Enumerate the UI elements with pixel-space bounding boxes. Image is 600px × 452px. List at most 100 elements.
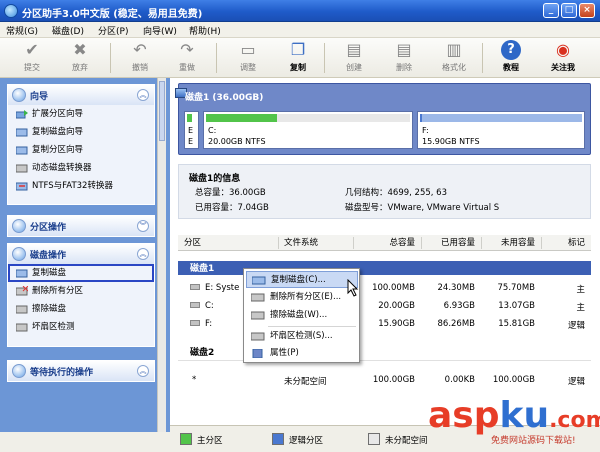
watermark-brand-b: ku bbox=[499, 395, 550, 436]
discard-label: 放弃 bbox=[72, 63, 88, 72]
partition-block-c[interactable]: C: 20.00GB NTFS bbox=[203, 111, 413, 149]
context-item-label: 擦除磁盘(W)... bbox=[270, 310, 328, 320]
menu-general[interactable]: 常规(G) bbox=[6, 24, 38, 37]
undo-button[interactable]: ↶ 撤销 bbox=[122, 40, 158, 76]
cell-total: 100.00MB bbox=[372, 283, 415, 293]
context-item-bad-sector[interactable]: 坏扇区检测(S)... bbox=[246, 328, 358, 345]
disk-group-row[interactable]: 磁盘1 bbox=[178, 261, 591, 275]
copy-disk-icon bbox=[16, 128, 28, 137]
cell-used: 24.30MB bbox=[437, 283, 476, 293]
context-item-delete-all[interactable]: 删除所有分区(E)... bbox=[246, 289, 358, 306]
partition-icon bbox=[190, 302, 200, 308]
sidebar-item-extend-wizard[interactable]: 扩展分区向导 bbox=[8, 105, 154, 123]
column-separator bbox=[278, 237, 279, 249]
extend-icon bbox=[16, 110, 28, 119]
sidebar-item-copy-partition-wizard[interactable]: 复制分区向导 bbox=[8, 141, 154, 159]
pending-ops-header[interactable]: 等待执行的操作 ︽ bbox=[8, 361, 154, 381]
legend-primary-swatch bbox=[180, 433, 192, 445]
sidebar-item-ntfs-fat32-converter[interactable]: NTFS与FAT32转换器 bbox=[8, 177, 154, 195]
format-icon: ▥ bbox=[446, 40, 462, 59]
context-item-label: 删除所有分区(E)... bbox=[270, 292, 342, 302]
group-divider bbox=[178, 360, 591, 361]
sidebar-item-copy-disk-wizard[interactable]: 复制磁盘向导 bbox=[8, 123, 154, 141]
follow-button[interactable]: ◉ 关注我 bbox=[543, 40, 583, 76]
maximize-button[interactable]: □ bbox=[561, 3, 577, 18]
partition-block-f[interactable]: F: 15.90GB NTFS bbox=[417, 111, 585, 149]
close-button[interactable]: × bbox=[579, 3, 595, 18]
partition-block-e[interactable]: E E bbox=[184, 111, 199, 149]
legend-logical-label: 逻辑分区 bbox=[289, 436, 324, 446]
toolbar-separator bbox=[482, 43, 483, 73]
copy-disk-icon bbox=[16, 269, 28, 278]
table-row[interactable]: * 未分配空间 100.00GB 0.00KB 100.00GB 逻辑 bbox=[178, 372, 591, 388]
sidebar-footer bbox=[0, 432, 170, 452]
copy-button[interactable]: ❐ 复制 bbox=[280, 40, 316, 76]
partition-icon bbox=[12, 219, 26, 233]
cell-used: 6.93GB bbox=[443, 301, 475, 311]
sidebar-item-copy-disk[interactable]: 复制磁盘 bbox=[8, 264, 154, 282]
sidebar-item-label: 删除所有分区 bbox=[32, 286, 84, 296]
partition-info: E bbox=[188, 137, 194, 146]
column-header-total[interactable]: 总容量 bbox=[353, 235, 421, 251]
create-button[interactable]: ▤ 创建 bbox=[336, 40, 372, 76]
table-row[interactable]: F: 15.90GB 86.26MB 15.81GB 逻辑 bbox=[178, 316, 591, 332]
column-header-flag[interactable]: 标记 bbox=[541, 235, 591, 251]
column-header-used[interactable]: 已用容量 bbox=[421, 235, 481, 251]
table-row[interactable]: C: 20.00GB 6.93GB 13.07GB 主 bbox=[178, 298, 591, 314]
menu-wizard[interactable]: 向导(W) bbox=[143, 24, 177, 37]
toolbar-separator bbox=[110, 43, 111, 73]
minimize-button[interactable]: _ bbox=[543, 3, 559, 18]
menu-help[interactable]: 帮助(H) bbox=[189, 24, 221, 37]
dynamic-disk-icon bbox=[16, 164, 28, 173]
sidebar-item-dynamic-disk-converter[interactable]: 动态磁盘转换器 bbox=[8, 159, 154, 177]
sidebar-item-label: NTFS与FAT32转换器 bbox=[32, 181, 113, 191]
sidebar-item-bad-sector-check[interactable]: 坏扇区检测 bbox=[8, 318, 154, 336]
partition-ops-header[interactable]: 分区操作 ︾ bbox=[8, 216, 154, 236]
delete-button[interactable]: ▤ 删除 bbox=[386, 40, 422, 76]
wizard-panel: 向导 ︽ 扩展分区向导 复制磁盘向导 复制分区向导 动态磁盘转换器 NTFS与F… bbox=[7, 84, 155, 205]
discard-button[interactable]: ✖ 放弃 bbox=[62, 40, 98, 76]
disk-group-label: 磁盘1 bbox=[190, 264, 215, 274]
expand-icon[interactable]: ︾ bbox=[137, 220, 149, 232]
partition-usage-bar bbox=[187, 114, 192, 122]
partition-letter: E bbox=[188, 126, 194, 135]
context-item-properties[interactable]: 属性(P) bbox=[246, 345, 358, 362]
collapse-icon[interactable]: ︽ bbox=[137, 248, 149, 260]
sidebar-item-wipe-disk[interactable]: 擦除磁盘 bbox=[8, 300, 154, 318]
scrollbar-thumb[interactable] bbox=[159, 81, 165, 141]
cell-free: 75.70MB bbox=[497, 283, 536, 293]
partition-icon bbox=[190, 320, 200, 326]
sidebar-item-label: 复制磁盘 bbox=[32, 268, 67, 278]
wizard-panel-header[interactable]: 向导 ︽ bbox=[8, 85, 154, 105]
format-label: 格式化 bbox=[442, 63, 466, 72]
tutorial-button[interactable]: ? 教程 bbox=[493, 40, 529, 76]
context-item-copy-disk[interactable]: 复制磁盘(C)... bbox=[246, 271, 358, 288]
disk-ops-header[interactable]: 磁盘操作 ︽ bbox=[8, 244, 154, 264]
partition-info: 15.90GB NTFS bbox=[422, 137, 480, 146]
commit-button[interactable]: ✔ 提交 bbox=[14, 40, 50, 76]
partition-ops-title: 分区操作 bbox=[30, 223, 67, 233]
column-separator bbox=[353, 237, 354, 249]
column-header-free[interactable]: 未用容量 bbox=[481, 235, 541, 251]
collapse-icon[interactable]: ︽ bbox=[137, 365, 149, 377]
follow-label: 关注我 bbox=[551, 63, 575, 72]
create-icon: ▤ bbox=[346, 40, 362, 59]
table-row[interactable]: E: Syste 100.00MB 24.30MB 75.70MB 主 bbox=[178, 280, 591, 296]
commit-label: 提交 bbox=[24, 63, 40, 72]
collapse-icon[interactable]: ︽ bbox=[137, 89, 149, 101]
resize-button[interactable]: ▭ 调整 bbox=[230, 40, 266, 76]
column-separator bbox=[541, 237, 542, 249]
sidebar-item-delete-all-partitions[interactable]: 删除所有分区 bbox=[8, 282, 154, 300]
context-item-wipe-disk[interactable]: 擦除磁盘(W)... bbox=[246, 307, 358, 324]
format-button[interactable]: ▥ 格式化 bbox=[436, 40, 472, 76]
menu-disk[interactable]: 磁盘(D) bbox=[52, 24, 84, 37]
disk-group-row[interactable]: 磁盘2 bbox=[178, 345, 591, 361]
column-header-partition[interactable]: 分区 bbox=[178, 235, 278, 251]
disk-map[interactable]: 磁盘1 (36.00GB) E E C: 20.00GB NTFS F: 15.… bbox=[175, 83, 591, 155]
sidebar-scrollbar[interactable] bbox=[157, 78, 166, 432]
redo-button[interactable]: ↷ 重做 bbox=[169, 40, 205, 76]
partition-info: 20.00GB NTFS bbox=[208, 137, 266, 146]
menu-partition[interactable]: 分区(P) bbox=[98, 24, 128, 37]
disk-info-panel: 磁盘1的信息 总容量：36.00GB 已用容量：7.04GB 几何结构：4699… bbox=[178, 164, 591, 219]
column-header-filesystem[interactable]: 文件系统 bbox=[278, 235, 353, 251]
